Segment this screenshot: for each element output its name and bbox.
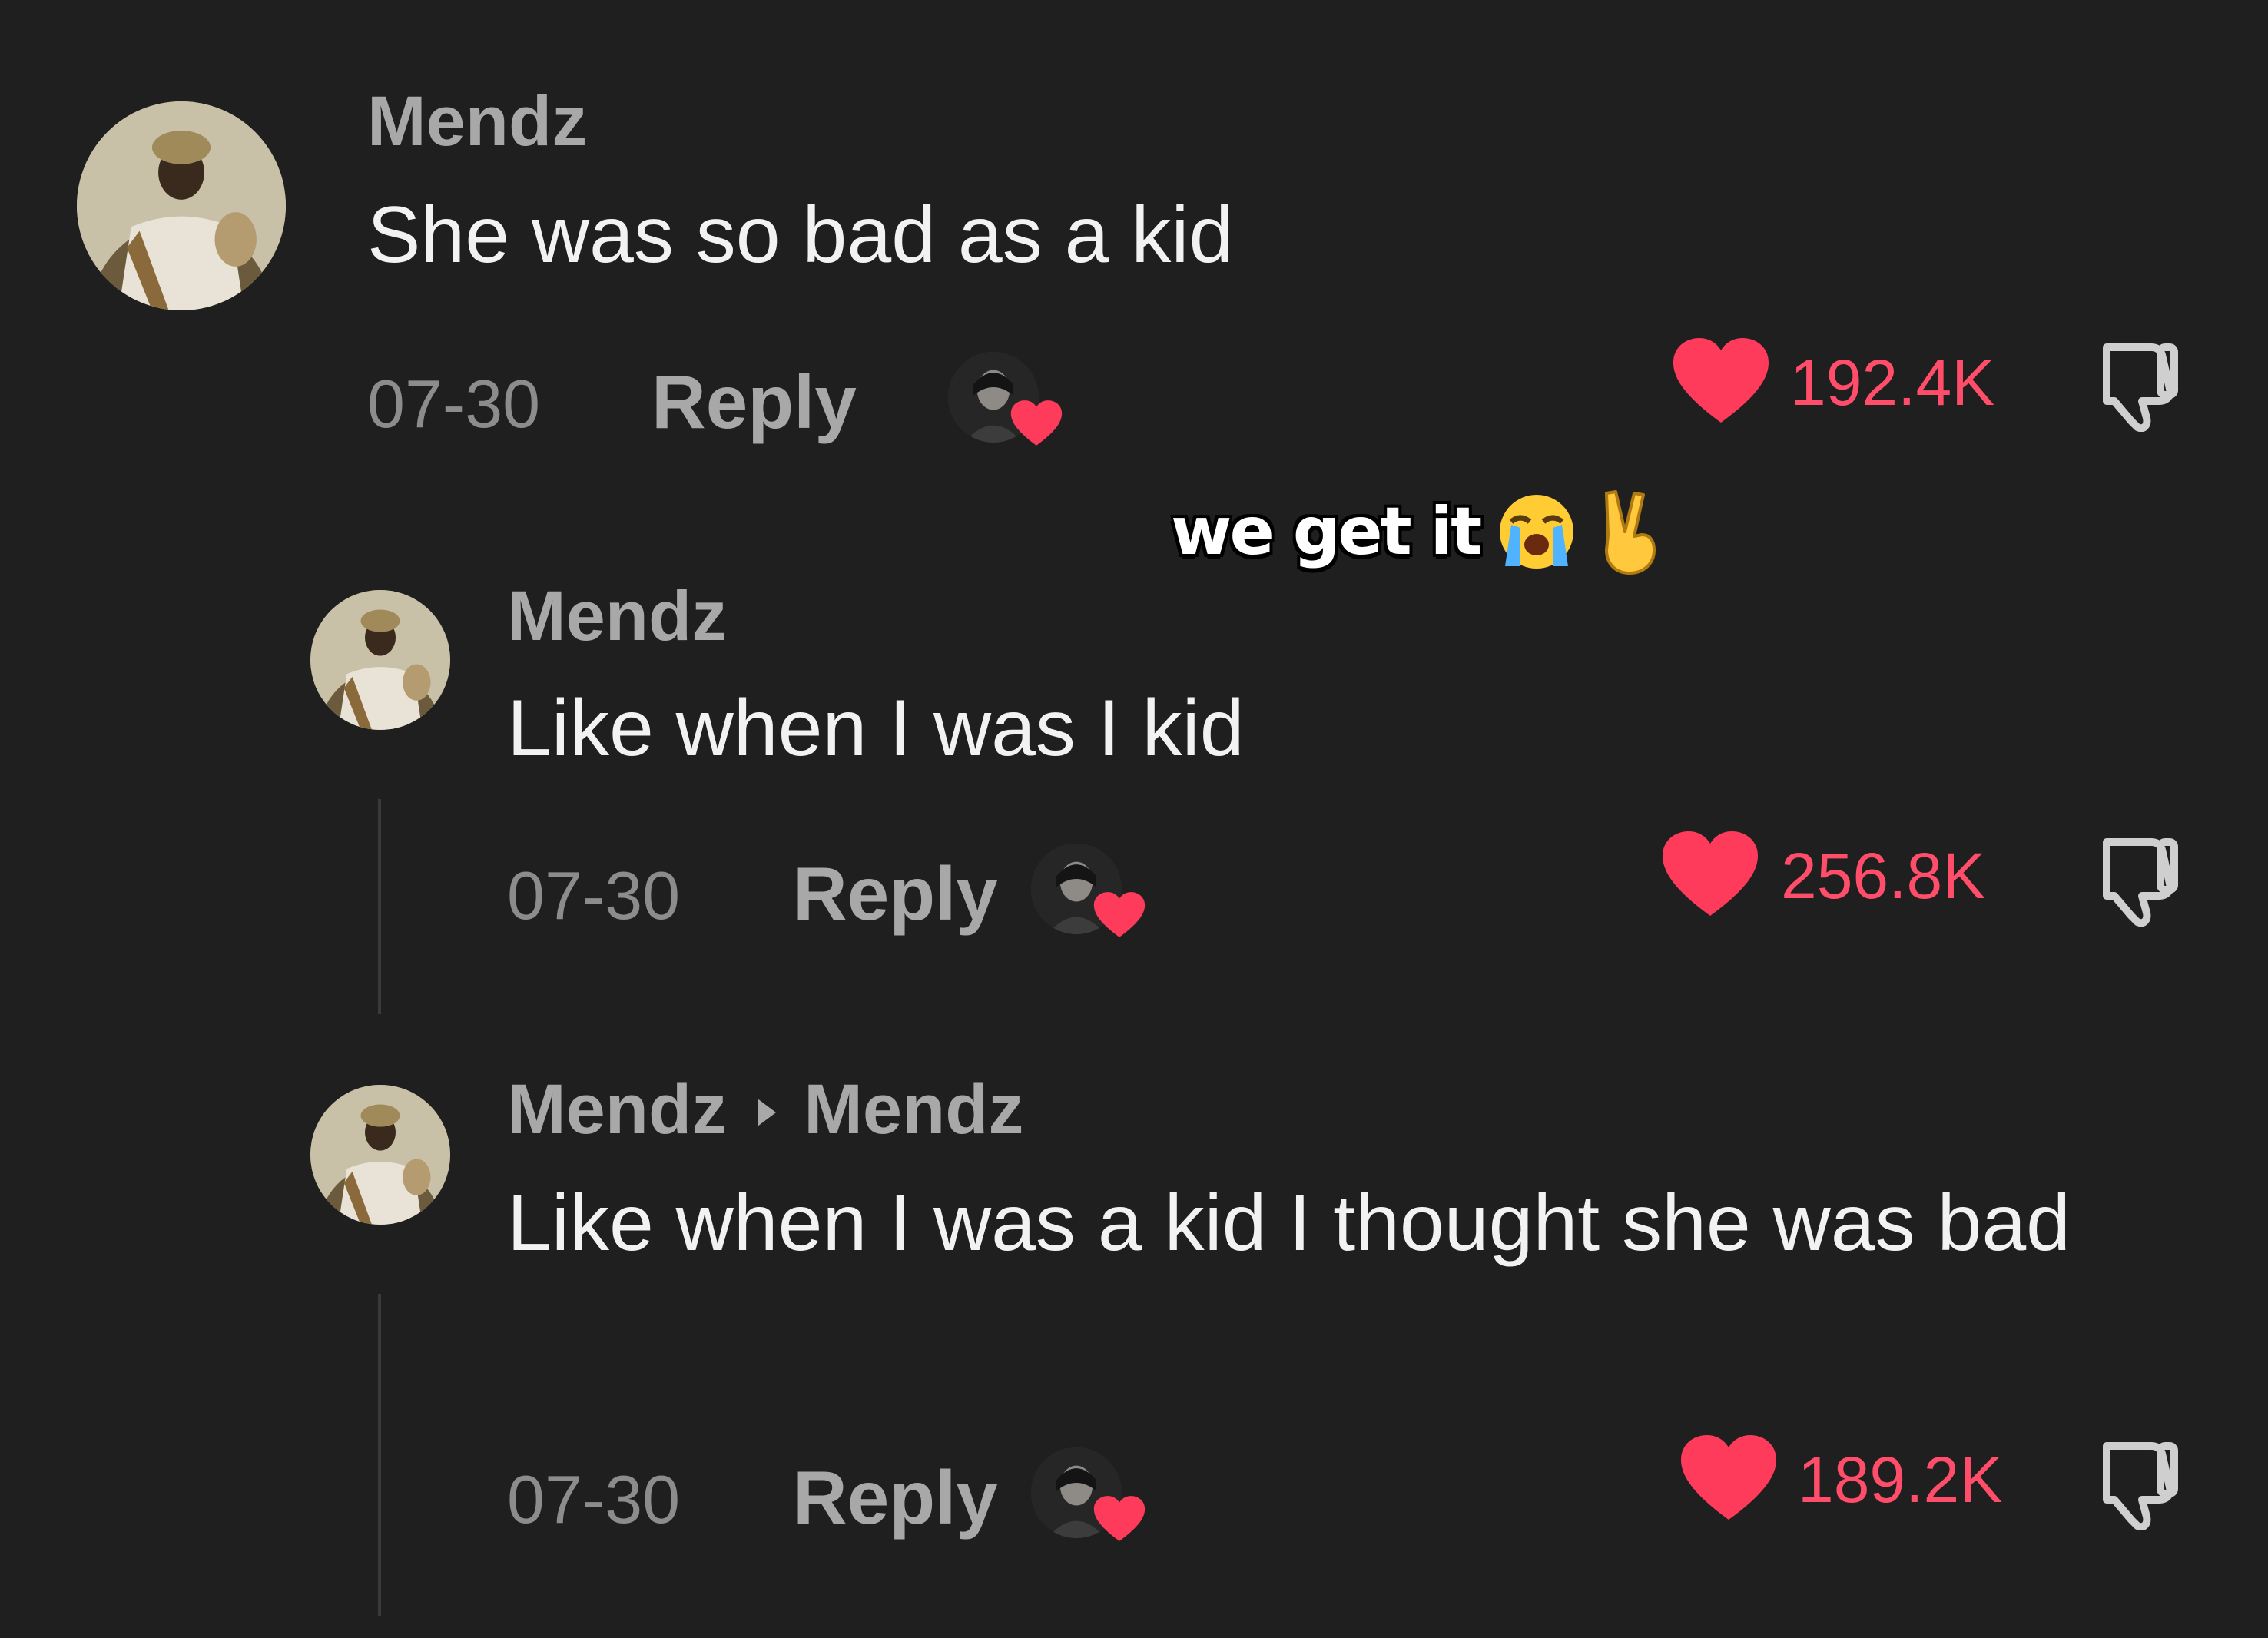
creator-liked-badge — [1031, 844, 1146, 943]
creator-liked-badge — [1031, 1447, 1146, 1547]
username[interactable]: Mendz — [367, 86, 587, 157]
dislike-icon[interactable] — [2084, 332, 2183, 432]
avatar-image — [310, 1085, 450, 1225]
comment-date: 07-30 — [367, 366, 541, 442]
username-line: Mendz Mendz — [507, 1074, 1023, 1145]
like-count: 256.8K — [1781, 840, 1986, 912]
reply-to-username[interactable]: Mendz — [804, 1070, 1023, 1149]
comment-text: Like when I was I kid — [507, 684, 1245, 773]
like-heart-icon[interactable] — [1661, 830, 1759, 919]
heart-icon — [1093, 1495, 1146, 1543]
victory-hand-icon — [1605, 490, 1656, 575]
thread-line — [378, 799, 381, 1014]
like-heart-icon[interactable] — [1679, 1434, 1778, 1523]
username[interactable]: Mendz — [507, 581, 727, 652]
reply-button[interactable]: Reply — [793, 856, 998, 931]
reply-button[interactable]: Reply — [793, 1460, 998, 1535]
avatar[interactable] — [77, 101, 286, 310]
username[interactable]: Mendz — [507, 1070, 727, 1149]
reply-button[interactable]: Reply — [652, 364, 857, 439]
dislike-icon[interactable] — [2084, 827, 2183, 927]
avatar-image — [310, 590, 450, 730]
heart-icon — [1093, 891, 1146, 939]
sticker-overlay: we get it — [1171, 487, 1666, 576]
loudly-crying-face-icon — [1499, 495, 1573, 569]
avatar[interactable] — [310, 590, 450, 730]
comment-date: 07-30 — [507, 1461, 681, 1537]
comment-text: She was so bad as a kid — [367, 191, 1234, 280]
avatar-image — [77, 101, 286, 310]
thread-line — [378, 1294, 381, 1616]
like-count: 192.4K — [1790, 346, 1995, 419]
comment-date: 07-30 — [507, 857, 681, 933]
like-heart-icon[interactable] — [1672, 337, 1770, 426]
avatar[interactable] — [310, 1085, 450, 1225]
dislike-icon[interactable] — [2084, 1431, 2183, 1530]
like-count: 189.2K — [1798, 1444, 2003, 1516]
reply-to-arrow-icon — [758, 1098, 777, 1126]
sticker-text: we get it — [1171, 493, 1482, 570]
creator-liked-badge — [948, 352, 1063, 452]
comment-text: Like when I was a kid I thought she was … — [507, 1179, 2071, 1268]
heart-icon — [1010, 400, 1063, 447]
